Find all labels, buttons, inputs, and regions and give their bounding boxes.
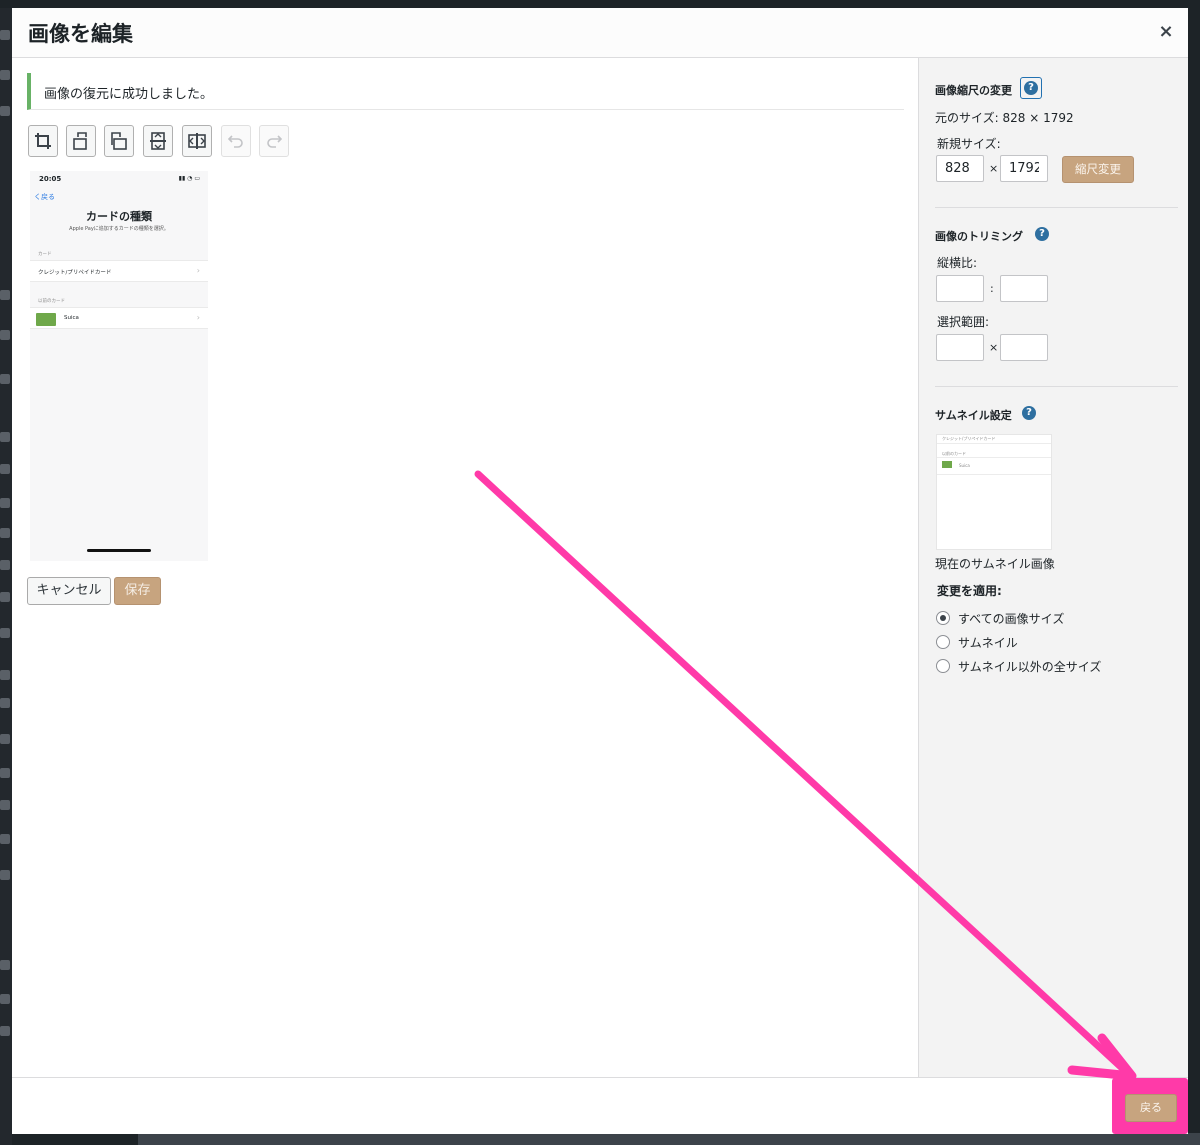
close-icon[interactable]: × (1156, 22, 1176, 42)
current-thumbnail-image: クレジット/プリペイドカード 以前のカード Suica (936, 434, 1052, 550)
flip-horizontal-icon (188, 133, 206, 149)
thumb-line (937, 474, 1051, 475)
preview-subtitle: Apple Payに追加するカードの種類を選択。 (69, 226, 169, 232)
preview-status-icons: ▮▮ ◔ ▭ (178, 175, 200, 182)
flip-vertical-icon (150, 132, 166, 150)
thumbnail-heading: サムネイル設定 (935, 409, 1012, 422)
home-indicator (87, 549, 151, 552)
radio-thumbnail[interactable] (936, 635, 950, 649)
crop-heading: 画像のトリミング (935, 230, 1023, 243)
edit-image-modal: 画像を編集 × 画像の復元に成功しました。 20:05 ▮▮ ◔ ▭ く戻る カ… (12, 8, 1188, 1134)
scale-height-input[interactable] (1000, 155, 1048, 182)
thumb-card-label: Suica (959, 463, 970, 468)
preview-row-suica: Suica › (30, 307, 208, 329)
selection-times-sign: × (989, 341, 999, 354)
preview-time: 20:05 (39, 175, 62, 183)
modal-title: 画像を編集 (28, 22, 133, 46)
undo-icon (227, 135, 243, 148)
modal-header: 画像を編集 × (12, 8, 1188, 58)
preview-section-cards: カード (38, 252, 52, 257)
image-preview[interactable]: 20:05 ▮▮ ◔ ▭ く戻る カードの種類 Apple Payに追加するカー… (30, 171, 208, 561)
original-size-text: 元のサイズ: 828 × 1792 (935, 111, 1074, 125)
admin-top-bar (0, 0, 1200, 8)
save-button[interactable]: 保存 (114, 577, 161, 605)
selection-width-input[interactable] (936, 334, 984, 361)
modal-footer (12, 1077, 1188, 1134)
scale-help-button[interactable]: ? (1020, 77, 1042, 99)
preview-section-previous: 以前のカード (38, 299, 65, 304)
aspect-ratio-separator: : (990, 282, 994, 295)
crop-button[interactable] (28, 125, 58, 157)
thumb-line (937, 457, 1051, 458)
admin-bottom-bar (138, 1133, 1200, 1145)
preview-row-credit: クレジット/プリペイドカード › (30, 260, 208, 282)
redo-icon (267, 135, 283, 148)
back-button[interactable]: 戻る (1125, 1094, 1177, 1122)
flip-vertical-button[interactable] (143, 125, 173, 157)
image-settings-sidebar: 画像縮尺の変更 ? 元のサイズ: 828 × 1792 新規サイズ: × 縮尺変… (918, 58, 1188, 1077)
admin-sidebar (0, 8, 12, 1145)
thumb-card-image (942, 461, 952, 468)
radio-all-sizes[interactable] (936, 611, 950, 625)
rotate-left-button[interactable] (66, 125, 96, 157)
aspect-ratio-width-input[interactable] (936, 275, 984, 302)
preview-title: カードの種類 (86, 210, 152, 223)
divider (935, 386, 1178, 387)
thumbnail-caption: 現在のサムネイル画像 (935, 557, 1055, 571)
chevron-right-icon: › (196, 313, 200, 322)
cancel-button[interactable]: キャンセル (27, 577, 111, 605)
preview-row-suica-label: Suica (64, 315, 79, 321)
redo-button[interactable] (259, 125, 289, 157)
scale-width-input[interactable] (936, 155, 984, 182)
radio-except-thumbnail[interactable] (936, 659, 950, 673)
new-size-label: 新規サイズ: (937, 137, 1001, 151)
preview-back-link: く戻る (34, 193, 55, 201)
scale-times-sign: × (989, 162, 999, 175)
help-icon[interactable]: ? (1035, 227, 1049, 241)
rotate-left-icon (73, 132, 87, 150)
rotate-right-icon (111, 132, 127, 150)
crop-icon (35, 133, 51, 149)
image-editor-main: 画像の復元に成功しました。 20:05 ▮▮ ◔ ▭ く戻る カードの種類 Ap… (12, 58, 918, 1077)
apply-changes-label: 変更を適用: (937, 584, 1002, 598)
thumb-line (937, 443, 1051, 444)
suica-card-image (36, 313, 56, 326)
chevron-right-icon: › (196, 266, 200, 275)
flip-horizontal-button[interactable] (182, 125, 212, 157)
radio-all-sizes-label[interactable]: すべての画像サイズ (958, 610, 1064, 627)
selection-height-input[interactable] (1000, 334, 1048, 361)
radio-except-thumbnail-label[interactable]: サムネイル以外の全サイズ (958, 658, 1101, 675)
scale-heading: 画像縮尺の変更 (935, 84, 1012, 97)
radio-thumbnail-label[interactable]: サムネイル (958, 634, 1018, 651)
success-notice: 画像の復元に成功しました。 (27, 73, 904, 110)
scale-button[interactable]: 縮尺変更 (1062, 156, 1134, 183)
aspect-ratio-height-input[interactable] (1000, 275, 1048, 302)
help-icon: ? (1024, 81, 1038, 95)
undo-button[interactable] (221, 125, 251, 157)
aspect-ratio-label: 縦横比: (937, 256, 978, 270)
help-icon[interactable]: ? (1022, 406, 1036, 420)
rotate-right-button[interactable] (104, 125, 134, 157)
selection-label: 選択範囲: (937, 315, 990, 329)
preview-row-credit-label: クレジット/プリペイドカード (38, 270, 112, 276)
thumb-row-label: クレジット/プリペイドカード (942, 436, 996, 441)
divider (935, 207, 1178, 208)
notice-text: 画像の復元に成功しました。 (44, 87, 214, 102)
